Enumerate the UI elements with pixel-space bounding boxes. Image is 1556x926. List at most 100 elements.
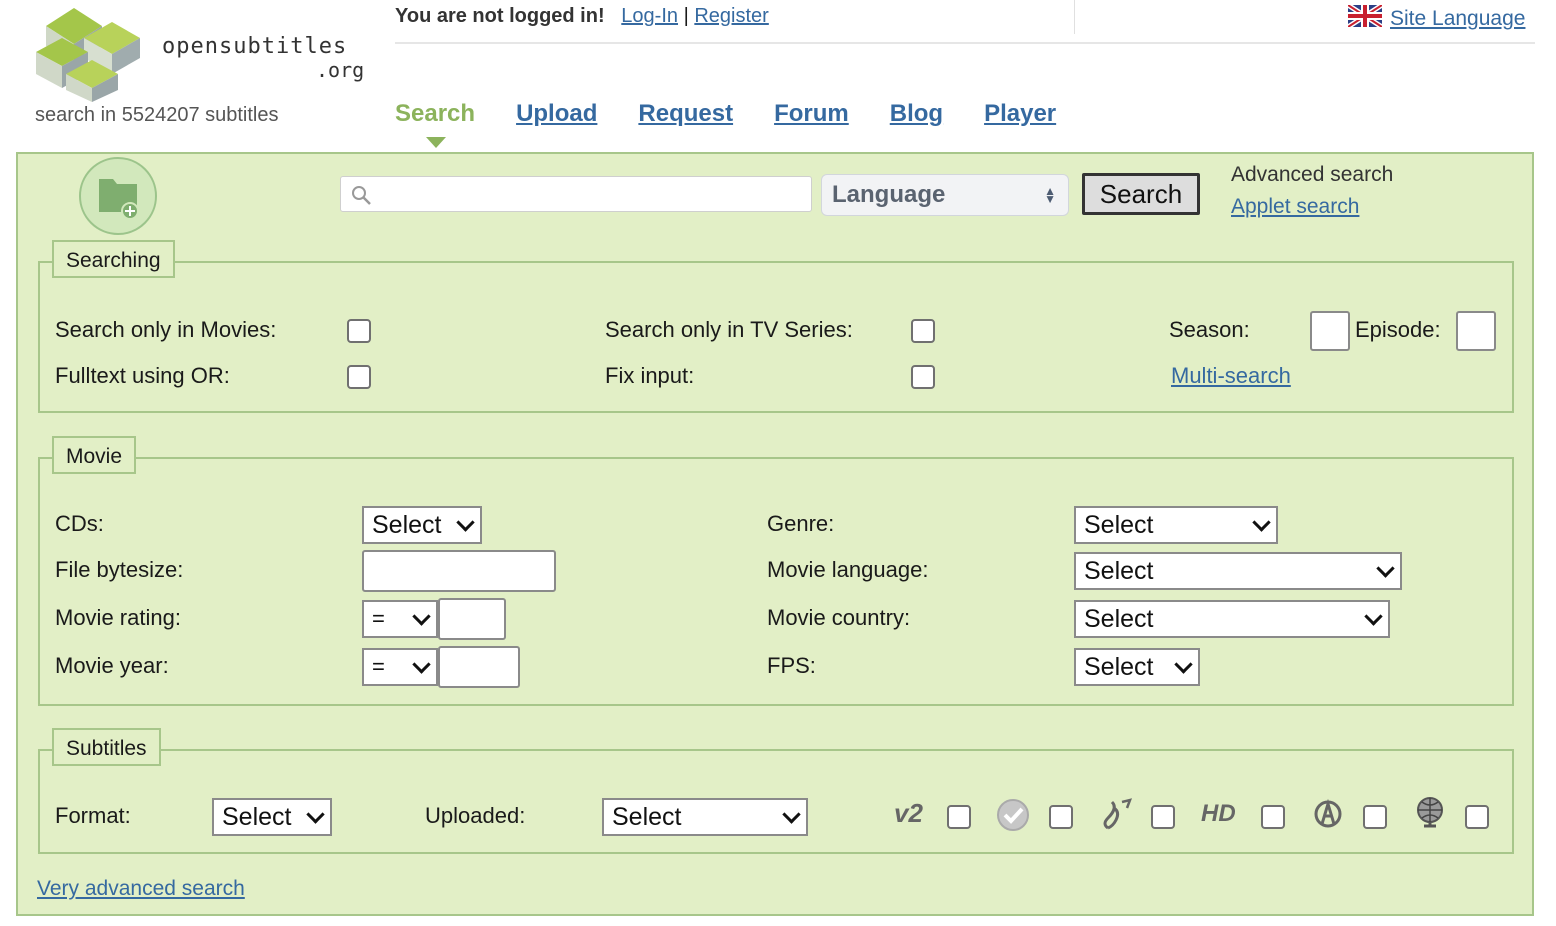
uploaded-label: Uploaded: (425, 803, 525, 829)
year-input[interactable] (438, 646, 520, 688)
logo-wordmark: opensubtitles (162, 36, 347, 58)
trusted-check-icon (996, 798, 1030, 832)
movies-only-label: Search only in Movies: (55, 317, 276, 343)
logo-suffix: .org (316, 58, 364, 82)
format-select-value: Select (222, 803, 291, 831)
episode-label: Episode: (1355, 317, 1441, 343)
genre-select-value: Select (1084, 511, 1153, 539)
bytesize-label: File bytesize: (55, 557, 183, 583)
header-divider (1074, 0, 1075, 34)
fulltext-or-checkbox[interactable] (347, 365, 371, 389)
nav-upload[interactable]: Upload (516, 100, 597, 128)
register-link[interactable]: Register (694, 5, 768, 27)
uk-flag-icon (1348, 5, 1382, 27)
chevron-down-icon (1252, 513, 1270, 531)
hearing-impaired-icon (1098, 798, 1134, 832)
chevron-down-icon (412, 655, 430, 673)
movie-country-label: Movie country: (767, 605, 910, 631)
search-input[interactable] (340, 176, 812, 212)
site-language-link[interactable]: Site Language (1390, 7, 1525, 30)
movie-language-select-value: Select (1084, 557, 1153, 585)
language-select-value: Language (832, 181, 945, 208)
applet-search-link[interactable]: Applet search (1231, 195, 1359, 219)
chevron-down-icon (1376, 559, 1394, 577)
year-operator-value: = (372, 654, 385, 679)
cds-label: CDs: (55, 511, 104, 537)
fulltext-or-label: Fulltext using OR: (55, 363, 230, 389)
login-link[interactable]: Log-In (621, 5, 678, 27)
active-nav-indicator (426, 137, 446, 148)
chevron-down-icon (456, 513, 474, 531)
updown-arrows-icon: ▲▼ (1044, 187, 1056, 203)
genre-label: Genre: (767, 511, 834, 537)
trusted-checkbox[interactable] (1049, 805, 1073, 829)
subtitle-count: search in 5524207 subtitles (35, 104, 279, 127)
globe-icon (1414, 796, 1446, 832)
nav-search[interactable]: Search (395, 100, 475, 128)
movie-language-select[interactable]: Select (1074, 552, 1402, 590)
year-operator-select[interactable]: = (362, 648, 438, 686)
uploaded-select[interactable]: Select (602, 798, 808, 836)
hd-checkbox[interactable] (1261, 805, 1285, 829)
chevron-down-icon (1174, 655, 1192, 673)
nav-blog[interactable]: Blog (890, 100, 943, 128)
site-language-selector[interactable]: Site Language (1348, 5, 1525, 31)
search-button[interactable]: Search (1082, 173, 1200, 215)
foreign-parts-checkbox[interactable] (1363, 805, 1387, 829)
nav-request[interactable]: Request (638, 100, 733, 128)
season-input[interactable] (1310, 311, 1350, 351)
main-nav: Search Upload Request Forum Blog Player (395, 100, 1097, 128)
cds-select[interactable]: Select (362, 506, 482, 544)
fix-input-checkbox[interactable] (911, 365, 935, 389)
folder-icon (79, 157, 157, 235)
fix-input-label: Fix input: (605, 363, 694, 389)
rating-label: Movie rating: (55, 605, 181, 631)
foreign-parts-icon (1312, 798, 1344, 830)
login-status-bar: You are not logged in! Log-In | Register (395, 5, 769, 28)
search-icon (350, 184, 374, 208)
movies-only-checkbox[interactable] (347, 319, 371, 343)
movie-legend: Movie (52, 436, 136, 474)
chevron-down-icon (1364, 607, 1382, 625)
logo-cubes-icon (26, 4, 166, 102)
movie-country-select-value: Select (1084, 605, 1153, 633)
advanced-search-label: Advanced search (1231, 163, 1393, 187)
rating-operator-select[interactable]: = (362, 600, 438, 638)
cds-select-value: Select (372, 511, 441, 539)
very-advanced-search-link[interactable]: Very advanced search (37, 877, 245, 901)
nav-forum[interactable]: Forum (774, 100, 849, 128)
language-select[interactable]: Language ▲▼ (821, 174, 1069, 216)
v2-icon: v2 (894, 798, 923, 829)
season-label: Season: (1169, 317, 1250, 343)
tv-only-checkbox[interactable] (911, 319, 935, 343)
nav-player[interactable]: Player (984, 100, 1056, 128)
movie-language-label: Movie language: (767, 557, 928, 583)
multi-search-link[interactable]: Multi-search (1171, 363, 1291, 389)
chevron-down-icon (782, 805, 800, 823)
format-label: Format: (55, 803, 131, 829)
format-select[interactable]: Select (212, 798, 332, 836)
uploaded-select-value: Select (612, 803, 681, 831)
fps-label: FPS: (767, 653, 816, 679)
header-rule (395, 42, 1535, 44)
hearing-impaired-checkbox[interactable] (1151, 805, 1175, 829)
globe-checkbox[interactable] (1465, 805, 1489, 829)
v2-checkbox[interactable] (947, 805, 971, 829)
movie-country-select[interactable]: Select (1074, 600, 1390, 638)
subtitles-legend: Subtitles (52, 728, 161, 766)
year-label: Movie year: (55, 653, 169, 679)
genre-select[interactable]: Select (1074, 506, 1278, 544)
rating-operator-value: = (372, 606, 385, 631)
episode-input[interactable] (1456, 311, 1496, 351)
fps-select-value: Select (1084, 653, 1153, 681)
rating-input[interactable] (438, 598, 506, 640)
hd-icon: HD (1201, 800, 1236, 828)
chevron-down-icon (306, 805, 324, 823)
chevron-down-icon (412, 607, 430, 625)
login-status-text: You are not logged in! (395, 5, 605, 27)
login-separator: | (684, 5, 689, 27)
tv-only-label: Search only in TV Series: (605, 317, 853, 343)
bytesize-input[interactable] (362, 550, 556, 592)
fps-select[interactable]: Select (1074, 648, 1200, 686)
searching-legend: Searching (52, 240, 175, 278)
